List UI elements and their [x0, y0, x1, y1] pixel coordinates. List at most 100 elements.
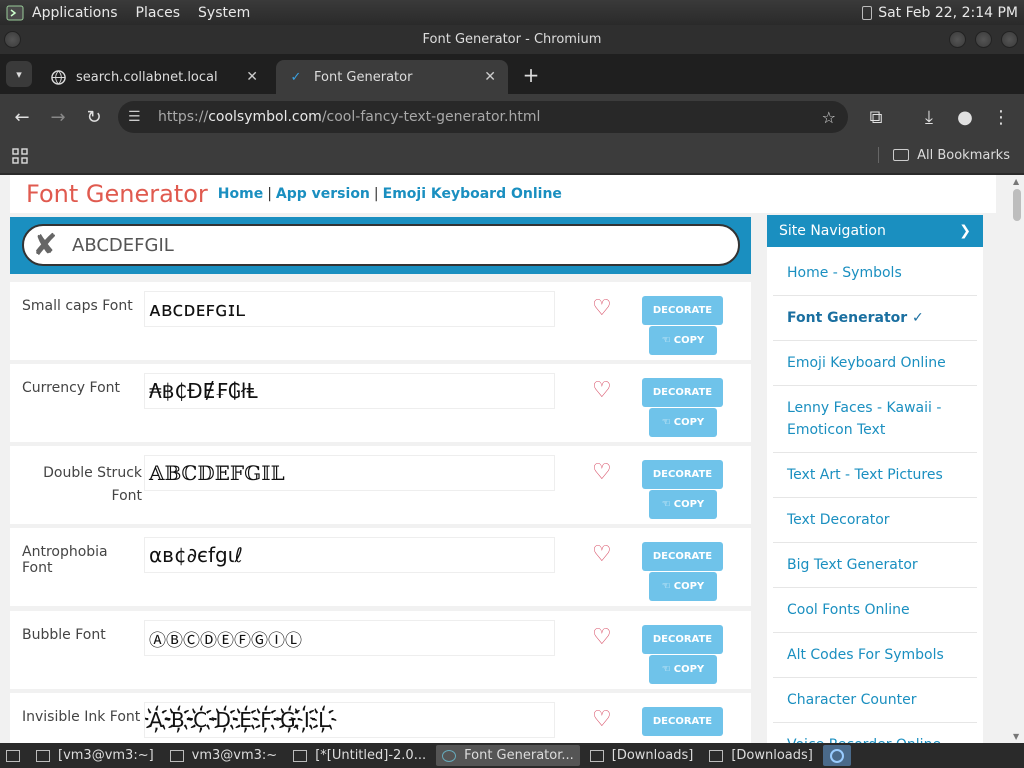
divider: [878, 147, 880, 163]
nav-item-text-art[interactable]: Text Art - Text Pictures: [773, 453, 977, 498]
heart-icon[interactable]: ♡: [592, 296, 612, 321]
header-link-app-version[interactable]: App version: [276, 186, 370, 202]
puzzle-icon: ⧉: [869, 106, 883, 128]
taskbar-item-downloads-1[interactable]: [Downloads]: [584, 745, 700, 766]
nav-item-voice-recorder[interactable]: Voice Recorder Online: [773, 723, 977, 743]
font-preview[interactable]: 𝔸𝔹ℂ𝔻𝔼𝔽𝔾𝕀𝕃: [144, 455, 555, 491]
nav-item-text-decorator[interactable]: Text Decorator: [773, 498, 977, 543]
font-preview[interactable]: A҉B҉C҉D҉E҉F҉G҉I҉L҉: [144, 702, 555, 738]
minimize-button[interactable]: [949, 31, 966, 48]
back-button[interactable]: ←: [6, 101, 38, 133]
heart-icon[interactable]: ♡: [592, 707, 612, 732]
decorate-button[interactable]: DECORATE: [642, 296, 723, 325]
browser-menu-button[interactable]: ⋮: [985, 101, 1017, 133]
folder-icon: [893, 149, 910, 161]
taskbar-label: [Downloads]: [731, 748, 813, 763]
downloads-button[interactable]: ⤓: [913, 101, 945, 133]
copy-button[interactable]: ☜ COPY: [649, 490, 717, 519]
page-scrollbar[interactable]: ▲ ▼: [1010, 175, 1024, 743]
window-title: Font Generator - Chromium: [422, 32, 602, 47]
nav-item-alt-codes[interactable]: Alt Codes For Symbols: [773, 633, 977, 678]
font-preview[interactable]: αв¢∂єfgιℓ: [144, 537, 555, 573]
header-link-emoji-keyboard[interactable]: Emoji Keyboard Online: [383, 186, 562, 202]
tab-title: Font Generator: [314, 69, 413, 85]
decorate-button[interactable]: DECORATE: [642, 625, 723, 654]
close-tab-icon[interactable]: ✕: [484, 69, 496, 85]
show-desktop-button[interactable]: [0, 745, 26, 766]
forward-button[interactable]: →: [42, 101, 74, 133]
taskbar-item-terminal-2[interactable]: vm3@vm3:~: [164, 745, 284, 766]
panel-clock-area[interactable]: Sat Feb 22, 2:14 PM: [862, 5, 1018, 21]
decorate-button[interactable]: DECORATE: [642, 707, 723, 736]
site-logo[interactable]: Font Generator: [26, 180, 208, 208]
header-link-home[interactable]: Home: [218, 186, 263, 202]
site-settings-icon[interactable]: ☰: [128, 109, 148, 125]
tab-search-button[interactable]: ▾: [6, 61, 32, 87]
source-text-input[interactable]: [72, 234, 672, 256]
decorate-button[interactable]: DECORATE: [642, 378, 723, 407]
copy-button[interactable]: ☜ COPY: [649, 326, 717, 355]
tab-strip: ▾ search.collabnet.local ✕ ✓ Font Genera…: [0, 54, 1024, 94]
window-menu-button[interactable]: [4, 31, 21, 48]
heart-icon[interactable]: ♡: [592, 625, 612, 650]
nav-item-big-text[interactable]: Big Text Generator: [773, 543, 977, 588]
app-menu-icon[interactable]: [6, 4, 24, 22]
close-tab-icon[interactable]: ✕: [246, 69, 258, 85]
chromium-icon: [829, 748, 844, 763]
nav-item-emoji-keyboard[interactable]: Emoji Keyboard Online: [773, 341, 977, 386]
text-input-panel: ✘: [10, 217, 751, 274]
menu-applications[interactable]: Applications: [32, 5, 118, 21]
scroll-up-icon[interactable]: ▲: [1013, 177, 1019, 186]
taskbar: [vm3@vm3:~] vm3@vm3:~ [*[Untitled]-2.0..…: [0, 743, 1024, 768]
menu-places[interactable]: Places: [136, 5, 181, 21]
tab-font-generator[interactable]: ✓ Font Generator ✕: [276, 60, 508, 94]
maximize-button[interactable]: [975, 31, 992, 48]
copy-button[interactable]: ☜ COPY: [649, 572, 717, 601]
tab-search-collabnet[interactable]: search.collabnet.local ✕: [38, 60, 270, 94]
profile-button[interactable]: ●: [949, 101, 981, 133]
nav-item-cool-fonts[interactable]: Cool Fonts Online: [773, 588, 977, 633]
copy-label: COPY: [673, 581, 705, 592]
site-navigation-header[interactable]: Site Navigation ❯: [767, 215, 983, 247]
url-scheme: https://: [158, 109, 209, 125]
clear-text-icon[interactable]: ✘: [32, 228, 58, 263]
heart-icon[interactable]: ♡: [592, 542, 612, 567]
copy-label: COPY: [673, 499, 705, 510]
taskbar-item-chromium[interactable]: Font Generator...: [436, 745, 580, 766]
scrollbar-thumb[interactable]: [1013, 189, 1021, 221]
window-titlebar[interactable]: Font Generator - Chromium: [0, 25, 1024, 54]
copy-button[interactable]: ☜ COPY: [649, 655, 717, 684]
taskbar-item-terminal-1[interactable]: [vm3@vm3:~]: [30, 745, 160, 766]
all-bookmarks-button[interactable]: All Bookmarks: [878, 147, 1010, 163]
heart-icon[interactable]: ♡: [592, 378, 612, 403]
nav-item-lenny-faces[interactable]: Lenny Faces - Kawaii - Emoticon Text: [773, 386, 977, 453]
nav-item-font-generator[interactable]: Font Generator ✓: [773, 296, 977, 341]
heart-icon[interactable]: ♡: [592, 460, 612, 485]
font-preview[interactable]: ᴀʙᴄᴅᴇꜰɢɪʟ: [144, 291, 555, 327]
reload-button[interactable]: ↻: [78, 101, 110, 133]
download-icon: ⤓: [925, 106, 933, 128]
nav-item-home-symbols[interactable]: Home - Symbols: [773, 251, 977, 296]
close-window-button[interactable]: [1001, 31, 1018, 48]
taskbar-item-chromium-icon[interactable]: [822, 745, 851, 766]
nav-item-character-counter[interactable]: Character Counter: [773, 678, 977, 723]
site-navigation-list: Home - Symbols Font Generator ✓ Emoji Ke…: [767, 247, 983, 743]
new-tab-button[interactable]: +: [520, 63, 542, 87]
decorate-button[interactable]: DECORATE: [642, 542, 723, 571]
desktop-icon: [6, 749, 20, 762]
font-preview[interactable]: ₳฿₵ĐɆ₣₲łⱠ: [144, 373, 555, 409]
copy-button[interactable]: ☜ COPY: [649, 408, 717, 437]
decorate-button[interactable]: DECORATE: [642, 460, 723, 489]
extensions-button[interactable]: ⧉: [860, 101, 892, 133]
menu-system[interactable]: System: [198, 5, 250, 21]
font-preview[interactable]: ⒶⒷⒸⒹⒺⒻⒼⒾⓁ: [144, 620, 555, 656]
scroll-down-icon[interactable]: ▼: [1013, 732, 1019, 741]
apps-grid-icon[interactable]: [12, 148, 28, 164]
taskbar-item-downloads-2[interactable]: [Downloads]: [703, 745, 819, 766]
font-row-small-caps: Small caps Font ᴀʙᴄᴅᴇꜰɢɪʟ ♡ DECORATE ☜ CO…: [10, 282, 751, 360]
panel-clock: Sat Feb 22, 2:14 PM: [878, 4, 1018, 21]
bookmark-star-icon[interactable]: ☆: [822, 108, 836, 127]
site-header: Font Generator Home | App version | Emoj…: [10, 175, 996, 213]
taskbar-item-editor[interactable]: [*[Untitled]-2.0...: [287, 745, 432, 766]
address-bar[interactable]: ☰ https:// coolsymbol.com /cool-fancy-te…: [118, 101, 848, 133]
